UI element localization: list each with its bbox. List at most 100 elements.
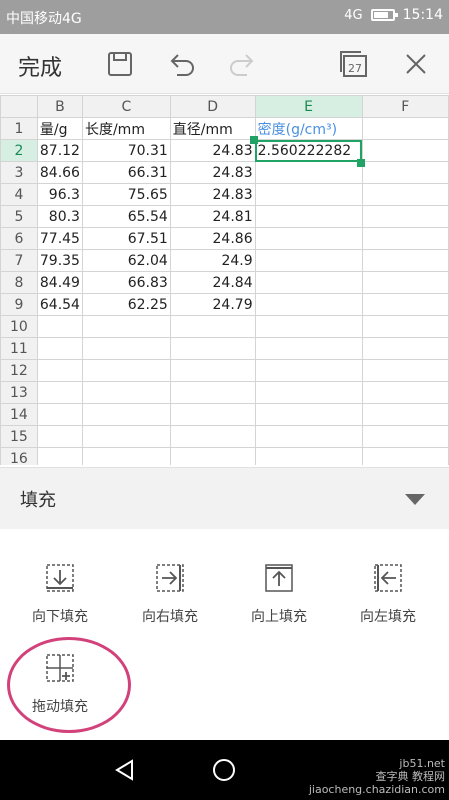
- row-header[interactable]: 3: [0, 161, 38, 184]
- cell[interactable]: [36, 359, 83, 382]
- back-icon[interactable]: [112, 758, 136, 782]
- cell[interactable]: [81, 337, 171, 360]
- cell[interactable]: [36, 315, 83, 338]
- cell[interactable]: [361, 403, 449, 426]
- cell[interactable]: 66.83: [81, 271, 171, 294]
- row-header[interactable]: 10: [0, 315, 38, 338]
- cell[interactable]: [169, 447, 256, 465]
- column-header[interactable]: C: [81, 95, 171, 118]
- cell[interactable]: [254, 183, 363, 206]
- row-header[interactable]: 9: [0, 293, 38, 316]
- calendar-icon[interactable]: 27: [338, 48, 370, 80]
- cell[interactable]: [361, 117, 449, 140]
- cell[interactable]: 79.35: [36, 249, 83, 272]
- close-icon[interactable]: [400, 48, 432, 80]
- cell[interactable]: [254, 447, 363, 465]
- column-header[interactable]: F: [361, 95, 449, 118]
- cell[interactable]: 70.31: [81, 139, 171, 162]
- cell[interactable]: 长度/mm: [81, 117, 171, 140]
- cell[interactable]: 75.65: [81, 183, 171, 206]
- cell[interactable]: 24.83: [169, 161, 256, 184]
- row-header[interactable]: 14: [0, 403, 38, 426]
- row-header[interactable]: 6: [0, 227, 38, 250]
- selection-handle-top[interactable]: [250, 136, 258, 144]
- cell[interactable]: 24.86: [169, 227, 256, 250]
- cell[interactable]: 62.04: [81, 249, 171, 272]
- cell[interactable]: [36, 425, 83, 448]
- cell[interactable]: [81, 403, 171, 426]
- cell[interactable]: [254, 227, 363, 250]
- row-header[interactable]: 16: [0, 447, 38, 465]
- cell[interactable]: 2.560222282: [254, 139, 363, 162]
- cell[interactable]: 24.79: [169, 293, 256, 316]
- cell[interactable]: 87.12: [36, 139, 83, 162]
- cell[interactable]: [361, 139, 449, 162]
- cell[interactable]: [361, 227, 449, 250]
- cell[interactable]: [81, 381, 171, 404]
- cell[interactable]: [81, 425, 171, 448]
- cell[interactable]: 80.3: [36, 205, 83, 228]
- cell[interactable]: [169, 337, 256, 360]
- collapse-arrow-icon[interactable]: [405, 494, 425, 505]
- cell[interactable]: [254, 249, 363, 272]
- undo-icon[interactable]: [166, 48, 198, 80]
- cell[interactable]: [81, 359, 171, 382]
- row-header[interactable]: 13: [0, 381, 38, 404]
- cell[interactable]: [254, 161, 363, 184]
- cell[interactable]: [169, 381, 256, 404]
- row-header[interactable]: 5: [0, 205, 38, 228]
- column-header[interactable]: E: [254, 95, 363, 118]
- cell[interactable]: 64.54: [36, 293, 83, 316]
- cell[interactable]: [361, 447, 449, 465]
- cell[interactable]: [169, 315, 256, 338]
- cell[interactable]: [254, 359, 363, 382]
- column-header[interactable]: B: [36, 95, 83, 118]
- fill-up-button[interactable]: 向上填充: [229, 562, 329, 626]
- cell[interactable]: [81, 315, 171, 338]
- cell[interactable]: [361, 293, 449, 316]
- cell[interactable]: [169, 425, 256, 448]
- fill-panel-header[interactable]: 填充: [0, 467, 449, 529]
- home-icon[interactable]: [212, 758, 236, 782]
- cell[interactable]: [361, 425, 449, 448]
- cell[interactable]: 量/g: [36, 117, 83, 140]
- cell[interactable]: [361, 337, 449, 360]
- cell[interactable]: 直径/mm: [169, 117, 256, 140]
- cell[interactable]: [36, 403, 83, 426]
- cell[interactable]: 24.84: [169, 271, 256, 294]
- cell[interactable]: [361, 205, 449, 228]
- cell[interactable]: 66.31: [81, 161, 171, 184]
- cell[interactable]: [361, 161, 449, 184]
- row-header[interactable]: 12: [0, 359, 38, 382]
- cell[interactable]: [169, 359, 256, 382]
- save-icon[interactable]: [104, 48, 136, 80]
- cell[interactable]: [254, 271, 363, 294]
- fill-right-button[interactable]: 向右填充: [120, 562, 220, 626]
- row-header[interactable]: 15: [0, 425, 38, 448]
- cell[interactable]: [254, 315, 363, 338]
- cell-grid[interactable]: BCDEF 1 量/g 长度/mm 直径/mm 密度(g/cm³) 2 87.12 70.31…: [0, 95, 449, 465]
- cell[interactable]: 24.83: [169, 139, 256, 162]
- cell[interactable]: [169, 403, 256, 426]
- fill-left-button[interactable]: 向左填充: [338, 562, 438, 626]
- cell[interactable]: 96.3: [36, 183, 83, 206]
- cell[interactable]: [361, 271, 449, 294]
- cell[interactable]: 84.49: [36, 271, 83, 294]
- cell[interactable]: [254, 381, 363, 404]
- column-header[interactable]: D: [169, 95, 256, 118]
- row-header[interactable]: 4: [0, 183, 38, 206]
- corner-header[interactable]: [0, 95, 38, 118]
- fill-down-button[interactable]: 向下填充: [10, 562, 110, 626]
- cell[interactable]: [254, 425, 363, 448]
- row-header[interactable]: 11: [0, 337, 38, 360]
- cell[interactable]: [254, 205, 363, 228]
- selection-handle-bottom[interactable]: [357, 159, 365, 167]
- cell[interactable]: [361, 183, 449, 206]
- cell[interactable]: [81, 447, 171, 465]
- done-button[interactable]: 完成: [18, 50, 62, 82]
- cell[interactable]: [361, 249, 449, 272]
- cell[interactable]: [36, 381, 83, 404]
- cell[interactable]: 65.54: [81, 205, 171, 228]
- cell[interactable]: [254, 337, 363, 360]
- cell[interactable]: 62.25: [81, 293, 171, 316]
